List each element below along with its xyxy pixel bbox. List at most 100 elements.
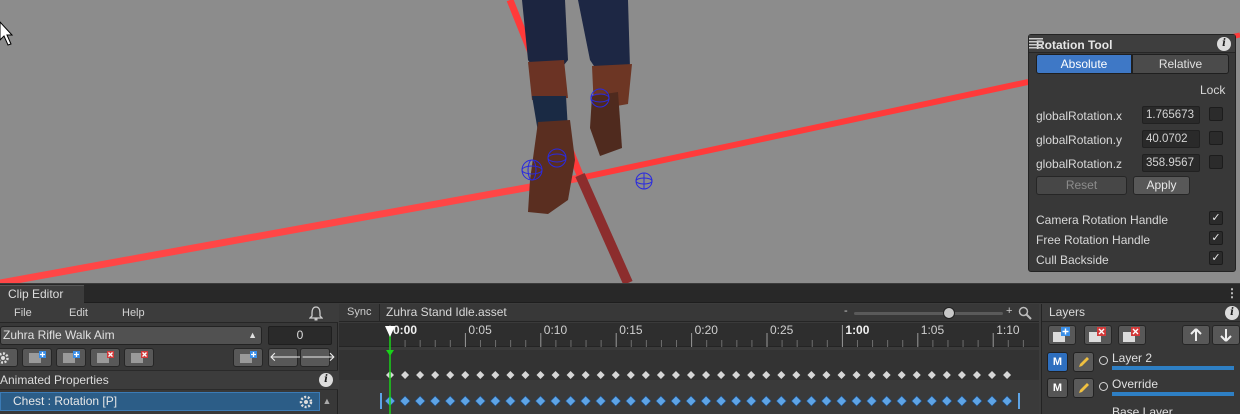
reset-button[interactable]: Reset	[1036, 176, 1127, 195]
pencil-icon	[1079, 383, 1089, 393]
apply-button[interactable]: Apply	[1133, 176, 1190, 195]
remove-clip-button[interactable]	[90, 348, 120, 367]
cull-backside-checkbox[interactable]: ✓	[1209, 251, 1223, 265]
scrollbar-up-arrow[interactable]: ▲	[320, 392, 334, 411]
bottom-tab-strip	[0, 284, 1240, 303]
prev-key-button[interactable]: 🡐	[268, 348, 304, 367]
import-clip-button[interactable]	[233, 348, 263, 367]
rotation-z-field[interactable]: 358.9567	[1142, 154, 1200, 172]
layer-row[interactable]: M Layer 2	[1042, 349, 1240, 373]
layer-mode-button[interactable]: M	[1047, 352, 1068, 372]
tab-absolute[interactable]: Absolute	[1036, 54, 1132, 74]
free-rotation-handle-label: Free Rotation Handle	[1036, 233, 1151, 247]
more-options-icon[interactable]: ⋮	[1226, 286, 1238, 300]
arrow-down-icon	[1220, 329, 1232, 342]
sync-toggle[interactable]: Sync	[347, 306, 371, 318]
remove-layer-button[interactable]	[1084, 325, 1112, 345]
rotation-y-label: globalRotation.y	[1036, 133, 1123, 147]
delete-animation-icon	[131, 351, 148, 363]
delete-layer-icon	[1123, 327, 1140, 342]
rotation-tool-title: Rotation Tool	[1036, 38, 1113, 52]
layer-name: Base Layer	[1112, 405, 1173, 414]
character-right-leg	[578, 0, 630, 75]
info-icon[interactable]: i	[319, 373, 333, 387]
clip-editor-left-panel: File Edit Help Zuhra Rifle Walk Aim ▲ 0 …	[0, 304, 338, 414]
arrow-up-icon	[1190, 328, 1202, 341]
layer-visibility-icon[interactable]	[1099, 356, 1108, 365]
pencil-icon	[1079, 357, 1089, 367]
rotation-tool-header: Rotation Tool i	[1029, 35, 1235, 53]
delete-animation-button[interactable]	[124, 348, 154, 367]
bell-icon[interactable]	[309, 306, 323, 321]
lock-z-checkbox[interactable]	[1209, 155, 1223, 169]
layer-name: Layer 2	[1112, 351, 1153, 365]
lock-x-checkbox[interactable]	[1209, 107, 1223, 121]
menu-icon[interactable]	[1029, 37, 1043, 49]
frame-field[interactable]: 0	[268, 326, 332, 345]
timeline-tracks[interactable]	[339, 323, 1039, 414]
settings-button[interactable]	[0, 348, 18, 367]
move-layer-up-button[interactable]	[1182, 325, 1210, 345]
add-layer-button[interactable]	[1048, 325, 1076, 345]
layers-title: Layers	[1049, 305, 1086, 319]
zoom-slider-thumb[interactable]	[943, 307, 955, 319]
clip-dropdown[interactable]: Zuhra Rifle Walk Aim ▲	[0, 326, 262, 345]
clip-editor-tab[interactable]: Clip Editor	[0, 285, 84, 303]
character-left-knee	[528, 60, 568, 100]
character-left-leg	[522, 0, 568, 70]
clip-dropdown-value: Zuhra Rifle Walk Aim	[3, 328, 115, 342]
layer-name: Override	[1112, 377, 1159, 391]
z-axis-line-shadow	[575, 172, 633, 283]
rotation-x-field[interactable]: 1.765673	[1142, 106, 1200, 124]
layer-edit-button[interactable]	[1073, 378, 1094, 398]
free-rotation-handle-checkbox[interactable]: ✓	[1209, 231, 1223, 245]
property-row-label: Chest : Rotation [P]	[13, 394, 118, 408]
add-animation-button[interactable]	[56, 348, 86, 367]
scene-viewport[interactable]: Rotation Tool i Absolute Relative Lock g…	[0, 0, 1240, 283]
rotation-tool-panel: Rotation Tool i Absolute Relative Lock g…	[1028, 34, 1236, 272]
animated-properties-label: Animated Properties	[0, 373, 109, 387]
cull-backside-label: Cull Backside	[1036, 253, 1109, 267]
layer-edit-button[interactable]	[1073, 352, 1094, 372]
lock-y-checkbox[interactable]	[1209, 131, 1223, 145]
layers-header: Layers	[1042, 304, 1240, 322]
next-key-button[interactable]: 🡒	[300, 348, 336, 367]
search-icon[interactable]	[1018, 306, 1032, 320]
rotation-z-label: globalRotation.z	[1036, 157, 1123, 171]
add-clip-button[interactable]	[22, 348, 52, 367]
rotation-y-field[interactable]: 40.0702	[1142, 130, 1200, 148]
layer-weight-bar[interactable]	[1112, 366, 1234, 370]
menu-file[interactable]: File	[14, 304, 32, 323]
zoom-slider[interactable]	[854, 312, 1003, 315]
layer-row[interactable]: M Override	[1042, 375, 1240, 399]
zoom-in-label[interactable]: +	[1006, 305, 1012, 317]
move-layer-down-button[interactable]	[1212, 325, 1240, 345]
layer-visibility-icon[interactable]	[1099, 382, 1108, 391]
layer-row[interactable]: Base Layer	[1042, 401, 1240, 414]
rotation-x-label: globalRotation.x	[1036, 109, 1123, 123]
x-axis-line	[0, 174, 581, 283]
mouse-cursor-icon	[0, 21, 14, 46]
delete-layer-button[interactable]	[1118, 325, 1146, 345]
tab-relative[interactable]: Relative	[1132, 54, 1229, 74]
info-icon[interactable]: i	[1225, 306, 1239, 320]
playhead-handle[interactable]	[385, 326, 395, 337]
arrow-left-icon: 🡐	[269, 349, 304, 364]
import-clip-icon	[240, 351, 257, 363]
property-row-selected[interactable]: Chest : Rotation [P]	[0, 392, 320, 411]
camera-rotation-handle-checkbox[interactable]: ✓	[1209, 211, 1223, 225]
camera-rotation-handle-label: Camera Rotation Handle	[1036, 213, 1169, 227]
clip-editor-menubar	[0, 304, 338, 323]
info-icon[interactable]: i	[1217, 37, 1231, 51]
menu-help[interactable]: Help	[122, 304, 145, 323]
animated-properties-header: Animated Properties	[0, 370, 338, 390]
menu-edit[interactable]: Edit	[69, 304, 88, 323]
lock-label: Lock	[1200, 83, 1226, 97]
remove-layer-icon	[1089, 327, 1106, 342]
gear-icon[interactable]	[298, 394, 314, 410]
timeline-panel[interactable]: Sync Zuhra Stand Idle.asset - + 0:00 0:05…	[339, 304, 1039, 414]
layer-weight-bar[interactable]	[1112, 392, 1234, 396]
layer-mode-button[interactable]: M	[1047, 378, 1068, 398]
zoom-out-label[interactable]: -	[844, 305, 848, 317]
timeline-divider	[379, 304, 380, 322]
